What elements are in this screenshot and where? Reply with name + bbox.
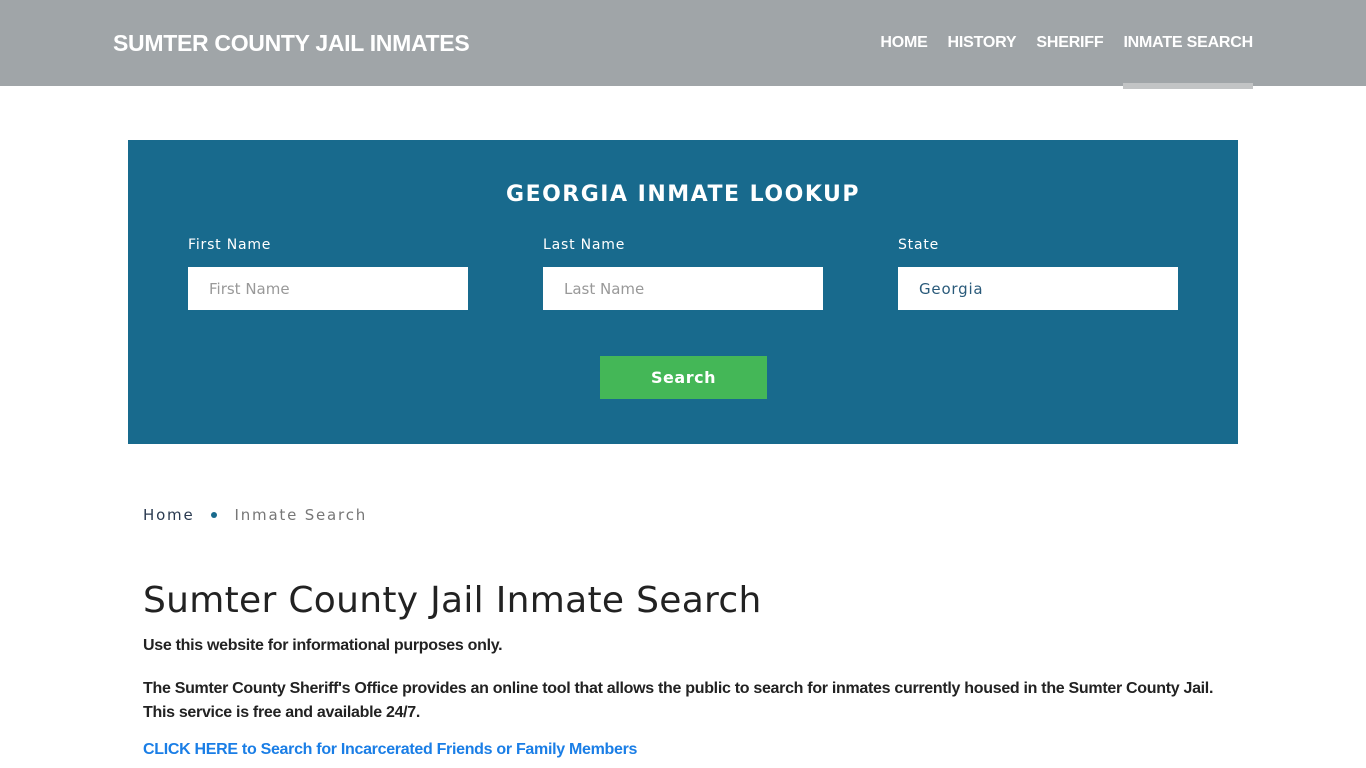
search-button[interactable]: Search (600, 356, 767, 399)
state-label: State (898, 237, 940, 253)
nav-inmate-search[interactable]: INMATE SEARCH (1123, 0, 1253, 89)
lookup-title: GEORGIA INMATE LOOKUP (506, 182, 860, 207)
last-name-label: Last Name (543, 237, 626, 253)
main-nav: HOME HISTORY SHERIFF INMATE SEARCH (860, 0, 1253, 89)
breadcrumb-current: Inmate Search (234, 506, 368, 524)
search-friends-link[interactable]: CLICK HERE to Search for Incarcerated Fr… (143, 741, 637, 759)
breadcrumb: Home Inmate Search (143, 506, 367, 524)
last-name-input[interactable] (543, 267, 823, 310)
nav-home[interactable]: HOME (880, 0, 927, 89)
breadcrumb-home[interactable]: Home (143, 506, 195, 524)
site-brand[interactable]: SUMTER COUNTY JAIL INMATES (113, 30, 470, 57)
nav-sheriff[interactable]: SHERIFF (1036, 0, 1103, 89)
inmate-lookup-panel: GEORGIA INMATE LOOKUP First Name Last Na… (128, 140, 1238, 444)
page-title: Sumter County Jail Inmate Search (143, 580, 762, 621)
description-text: The Sumter County Sheriff's Office provi… (143, 680, 1214, 721)
first-name-group: First Name (188, 237, 468, 310)
breadcrumb-separator-icon (210, 512, 217, 518)
nav-history[interactable]: HISTORY (948, 0, 1017, 89)
first-name-input[interactable] (188, 267, 468, 310)
state-group: State (898, 237, 1178, 310)
state-input[interactable] (898, 267, 1178, 310)
disclaimer-text: Use this website for informational purpo… (143, 637, 503, 654)
site-header: SUMTER COUNTY JAIL INMATES HOME HISTORY … (0, 0, 1366, 89)
first-name-label: First Name (188, 237, 272, 253)
last-name-group: Last Name (543, 237, 823, 310)
